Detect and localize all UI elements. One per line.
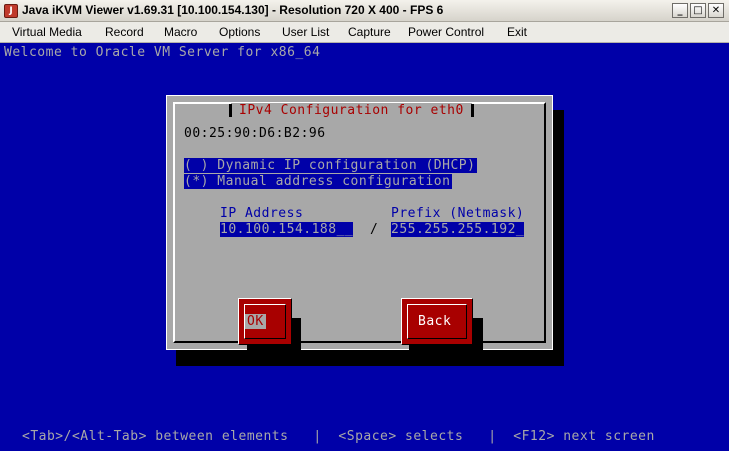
ip-address-label: IP Address [220, 206, 304, 221]
remote-console[interactable]: Welcome to Oracle VM Server for x86_64 I… [0, 43, 729, 451]
menu-options[interactable]: Options [219, 25, 260, 39]
menu-record[interactable]: Record [105, 25, 144, 39]
menu-virtual-media[interactable]: Virtual Media [12, 25, 82, 39]
menu-bar: Virtual Media Record Macro Options User … [0, 22, 729, 43]
dhcp-radio-option[interactable]: ( ) Dynamic IP configuration (DHCP) [184, 158, 478, 173]
menu-user-list[interactable]: User List [282, 25, 329, 39]
ip-prefix-separator: / [370, 222, 379, 237]
menu-capture[interactable]: Capture [348, 25, 391, 39]
minimize-button[interactable]: _ [672, 3, 688, 18]
ipv4-config-dialog: IPv4 Configuration for eth0 00:25:90:D6:… [166, 95, 553, 362]
window-title: Java iKVM Viewer v1.69.31 [10.100.154.13… [22, 3, 444, 17]
ip-address-field[interactable]: 10.100.154.188__ [220, 222, 354, 237]
dialog-title: IPv4 Configuration for eth0 [229, 103, 474, 118]
ok-button[interactable]: OK [238, 298, 292, 345]
prefix-field[interactable]: 255.255.255.192_ [391, 222, 525, 237]
mac-address: 00:25:90:D6:B2:96 [184, 126, 326, 141]
maximize-button[interactable]: □ [690, 3, 706, 18]
ok-button-label: OK [245, 314, 266, 329]
menu-power-control[interactable]: Power Control [408, 25, 484, 39]
manual-radio-option[interactable]: (*) Manual address configuration [184, 174, 453, 189]
close-button[interactable]: ✕ [708, 3, 724, 18]
welcome-text: Welcome to Oracle VM Server for x86_64 [4, 45, 321, 60]
prefix-label: Prefix (Netmask) [391, 206, 525, 221]
back-button-label: Back [418, 314, 452, 329]
back-button[interactable]: Back [401, 298, 473, 345]
menu-macro[interactable]: Macro [164, 25, 197, 39]
java-app-icon: J [4, 4, 18, 18]
menu-exit[interactable]: Exit [507, 25, 527, 39]
keyboard-help-footer: <Tab>/<Alt-Tab> between elements | <Spac… [22, 429, 655, 444]
window-title-bar[interactable]: J Java iKVM Viewer v1.69.31 [10.100.154.… [0, 0, 729, 22]
